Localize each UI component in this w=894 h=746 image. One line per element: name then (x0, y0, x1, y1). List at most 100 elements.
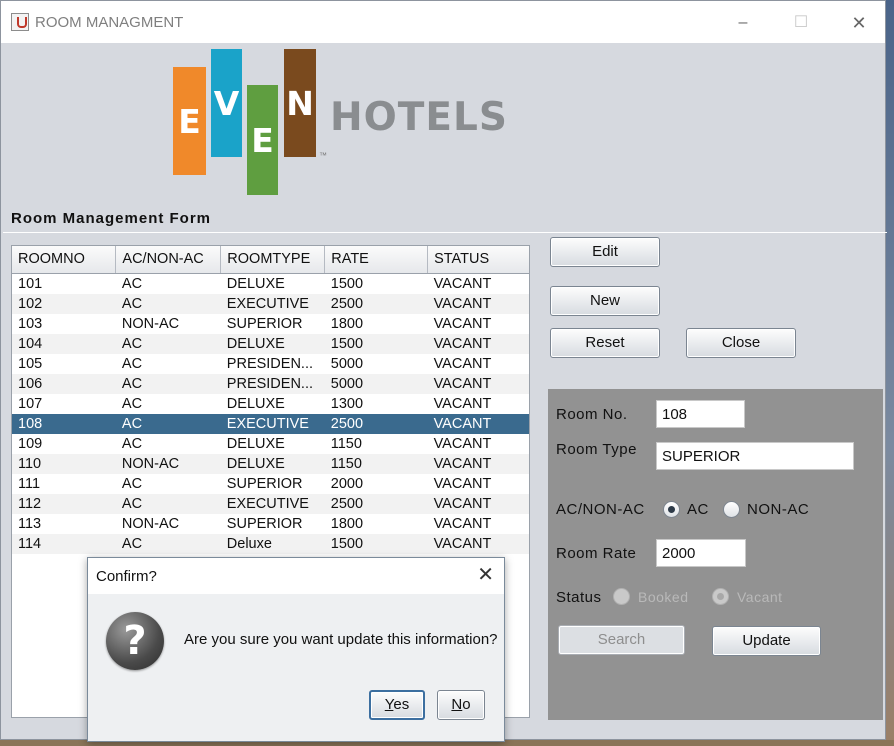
table-cell: SUPERIOR (226, 315, 303, 332)
table-row[interactable]: 112 AC EXECUTIVE 2500 VACANT (12, 493, 529, 514)
table-cell: VACANT (433, 475, 492, 492)
table-cell: VACANT (433, 515, 492, 532)
room-details-panel: Room No. 108 Room Type SUPERIOR AC/NON-A… (548, 389, 883, 720)
table-cell: 5000 (330, 355, 364, 372)
room-rate-field[interactable]: 2000 (656, 539, 746, 567)
column-header[interactable]: RATE (324, 246, 429, 274)
table-cell: VACANT (433, 435, 492, 452)
ac-type-label: AC/NON-AC (556, 501, 645, 518)
column-header[interactable]: AC/NON-AC (115, 246, 222, 274)
table-row[interactable]: 106 AC PRESIDEN... 5000 VACANT (12, 373, 529, 394)
table-cell: 103 (18, 315, 43, 332)
table-cell: AC (115, 413, 221, 434)
search-button[interactable]: Search (558, 625, 685, 655)
table-row[interactable]: 114 AC Deluxe 1500 VACANT (12, 533, 529, 554)
table-cell: NON-AC (121, 515, 180, 532)
table-row[interactable]: 105 AC PRESIDEN... 5000 VACANT (12, 354, 529, 374)
logo-word-hotels: HOTELS (330, 95, 508, 140)
table-cell: 1500 (330, 275, 364, 292)
table-row[interactable]: 103 NON-AC SUPERIOR 1800 VACANT (12, 314, 529, 334)
table-cell: VACANT (433, 275, 492, 292)
table-row[interactable]: 102 AC EXECUTIVE 2500 VACANT (12, 293, 529, 314)
table-cell: VACANT (427, 293, 529, 314)
confirm-dialog: Confirm? ✕ ? Are you sure you want updat… (87, 557, 505, 742)
vacant-radio[interactable] (712, 588, 729, 605)
column-header[interactable]: ROOMTYPE (220, 246, 326, 274)
nonac-radio-label[interactable]: NON-AC (747, 501, 809, 518)
table-cell: AC (115, 373, 221, 394)
minimize-button[interactable]: – (728, 13, 758, 33)
table-cell: DELUXE (226, 435, 285, 452)
table-cell: 110 (12, 453, 116, 474)
java-app-icon (11, 13, 29, 31)
table-cell: PRESIDEN... (220, 373, 325, 394)
table-cell: 112 (12, 493, 116, 514)
table-cell: 107 (18, 395, 43, 412)
table-cell: 114 (12, 533, 116, 554)
table-cell: EXECUTIVE (220, 413, 325, 434)
status-label: Status (556, 589, 602, 606)
table-row[interactable]: 111 AC SUPERIOR 2000 VACANT (12, 474, 529, 494)
table-row[interactable]: 108 AC EXECUTIVE 2500 VACANT (12, 413, 529, 434)
yes-label-rest: es (393, 696, 410, 713)
table-cell: AC (115, 493, 221, 514)
table-cell: 1150 (330, 435, 362, 452)
even-hotels-logo: E V E N ™ HOTELS (173, 47, 507, 197)
column-header[interactable]: STATUS (427, 246, 529, 274)
room-type-label: Room Type (556, 441, 637, 458)
edit-button[interactable]: Edit (550, 237, 660, 267)
table-cell: DELUXE (226, 395, 285, 412)
table-row[interactable]: 107 AC DELUXE 1300 VACANT (12, 394, 529, 414)
table-cell: SUPERIOR (226, 515, 303, 532)
table-cell: AC (121, 275, 143, 292)
reset-button[interactable]: Reset (550, 328, 660, 358)
table-body: 101 AC DELUXE 1500 VACANT 102 AC EXECUTIVE 2500 V… (12, 273, 529, 554)
update-button[interactable]: Update (712, 626, 821, 656)
close-button[interactable]: Close (686, 328, 796, 358)
table-cell: AC (121, 355, 143, 372)
table-row[interactable]: 109 AC DELUXE 1150 VACANT (12, 434, 529, 454)
table-row[interactable]: 101 AC DELUXE 1500 VACANT (12, 273, 529, 294)
table-cell: VACANT (427, 373, 529, 394)
booked-radio-label[interactable]: Booked (638, 589, 688, 605)
table-cell: 2500 (324, 293, 428, 314)
table-row[interactable]: 113 NON-AC SUPERIOR 1800 VACANT (12, 514, 529, 534)
room-no-label: Room No. (556, 406, 628, 423)
logo-letter-n: N (284, 49, 316, 157)
dialog-title-bar[interactable]: Confirm? ✕ (88, 558, 504, 594)
ac-radio[interactable] (663, 501, 680, 518)
table-cell: 1500 (324, 333, 428, 354)
desktop-background (886, 0, 894, 746)
dialog-close-icon[interactable]: ✕ (477, 565, 494, 585)
no-mnemonic: N (451, 696, 463, 713)
logo-letter-v: V (211, 49, 242, 157)
room-no-field[interactable]: 108 (656, 400, 745, 428)
maximize-button[interactable]: ☐ (786, 13, 816, 33)
room-type-field[interactable]: SUPERIOR (656, 442, 854, 470)
table-cell: 111 (18, 475, 41, 492)
nonac-radio[interactable] (723, 501, 740, 518)
table-cell: 105 (18, 355, 43, 372)
table-cell: AC (115, 293, 221, 314)
new-button[interactable]: New (550, 286, 660, 316)
table-cell: VACANT (433, 315, 492, 332)
title-bar[interactable]: ROOM MANAGMENT – ☐ ✕ (1, 1, 885, 43)
table-header: ROOMNO AC/NON-AC ROOMTYPE RATE STATUS (12, 246, 529, 274)
no-button[interactable]: No (437, 690, 485, 720)
logo-letter-e: E (173, 67, 206, 175)
table-cell: AC (121, 475, 143, 492)
booked-radio[interactable] (613, 588, 630, 605)
close-window-button[interactable]: ✕ (844, 13, 874, 33)
column-header[interactable]: ROOMNO (12, 246, 117, 274)
table-cell: VACANT (427, 453, 529, 474)
table-row[interactable]: 104 AC DELUXE 1500 VACANT (12, 333, 529, 354)
table-cell: EXECUTIVE (220, 493, 325, 514)
table-cell: 113 (18, 515, 42, 532)
ac-radio-label[interactable]: AC (687, 501, 709, 518)
table-row[interactable]: 110 NON-AC DELUXE 1150 VACANT (12, 453, 529, 474)
yes-button[interactable]: Yes (369, 690, 425, 720)
table-cell: PRESIDEN... (226, 355, 314, 372)
table-cell: 106 (12, 373, 116, 394)
table-cell: 104 (12, 333, 116, 354)
vacant-radio-label[interactable]: Vacant (737, 589, 783, 605)
